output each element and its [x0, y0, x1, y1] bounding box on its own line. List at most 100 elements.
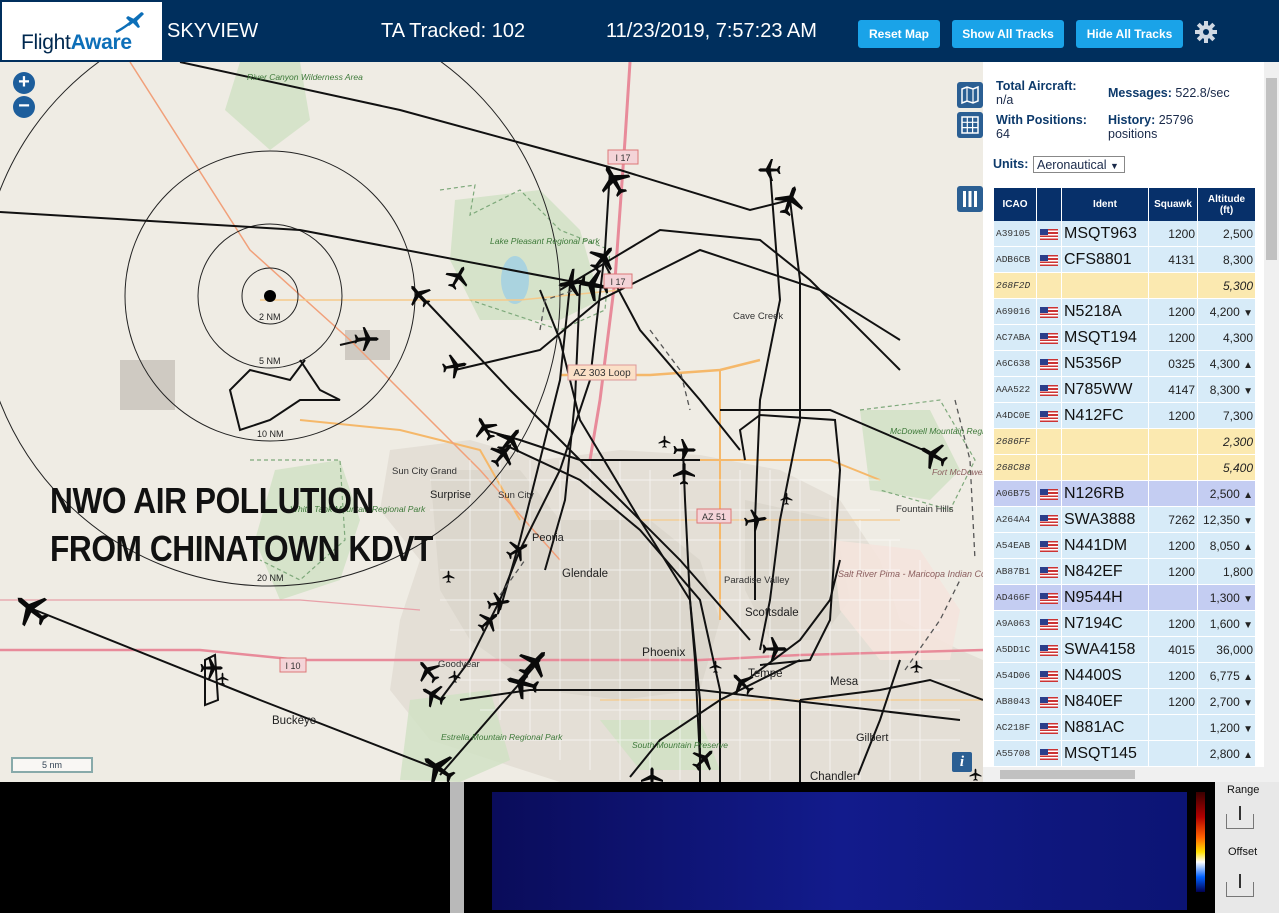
map-view[interactable]: I 17 I 17 AZ 303 Loop AZ 51 I 10 2 NM 5 … — [0, 62, 983, 782]
altitude-cell: 1,300 ▼ — [1197, 584, 1256, 611]
squawk-cell — [1148, 740, 1198, 767]
ident-cell: N881AC — [1061, 714, 1149, 741]
col-altitude[interactable]: Altitude (ft) — [1197, 188, 1256, 221]
flag-cell — [1036, 402, 1062, 429]
aircraft-row[interactable]: A55708 MSQT145 2,800 ▲ — [994, 740, 1256, 767]
label-mesa: Mesa — [830, 676, 859, 688]
aircraft-row[interactable]: AAA522 N785WW 4147 8,300 ▼ — [994, 376, 1256, 403]
top-header: FlightAware SKYVIEW TA Tracked: 102 11/2… — [0, 0, 1279, 62]
label-surprise: Surprise — [430, 489, 471, 501]
aircraft-row[interactable]: A264A4 SWA3888 7262 12,350 ▼ — [994, 506, 1256, 533]
icao-cell: AAA522 — [994, 376, 1037, 403]
aircraft-row[interactable]: A54D06 N4400S 1200 6,775 ▲ — [994, 662, 1256, 689]
settings-gear-icon[interactable] — [1193, 19, 1219, 45]
ident-cell: CFS8801 — [1061, 246, 1149, 273]
flag-cell — [1036, 558, 1062, 585]
us-flag-icon — [1040, 541, 1058, 553]
squawk-cell — [1148, 584, 1198, 611]
altitude-cell: 12,350 ▼ — [1197, 506, 1256, 533]
spectrum-divider[interactable] — [450, 782, 464, 913]
svg-text:5 NM: 5 NM — [259, 356, 281, 366]
icao-cell: 268C88 — [994, 454, 1037, 481]
aircraft-row[interactable]: AB8043 N840EF 1200 2,700 ▼ — [994, 688, 1256, 715]
icao-cell: A54D06 — [994, 662, 1037, 689]
aircraft-row[interactable]: AC218F N881AC 1,200 ▼ — [994, 714, 1256, 741]
hide-all-tracks-button[interactable]: Hide All Tracks — [1076, 20, 1183, 48]
grid-toggle-button[interactable] — [957, 112, 983, 138]
icao-cell: AC218F — [994, 714, 1037, 741]
label-fort-mcdowell: Fort McDowell Yavapai Nation — [932, 467, 983, 477]
aircraft-row[interactable]: 268C88 5,400 — [994, 454, 1256, 481]
label-estrella: Estrella Mountain Regional Park — [441, 732, 563, 742]
col-flag — [1036, 188, 1062, 221]
ident-cell: MSQT145 — [1061, 740, 1149, 767]
range-slider[interactable] — [1226, 806, 1254, 829]
col-icao[interactable]: ICAO — [994, 188, 1037, 221]
us-flag-icon — [1040, 671, 1058, 683]
label-goodyear: Goodyear — [438, 659, 480, 670]
altitude-cell: 4,200 ▼ — [1197, 298, 1256, 325]
panel-scroll-thumb[interactable] — [1266, 78, 1277, 260]
label-fountain-hills: Fountain Hills — [896, 504, 954, 515]
altitude-cell: 2,800 ▲ — [1197, 740, 1256, 767]
units-label: Units: — [993, 157, 1029, 171]
aircraft-row[interactable]: AD466F N9544H 1,300 ▼ — [994, 584, 1256, 611]
label-glendale: Glendale — [562, 568, 608, 580]
squawk-cell: 1200 — [1148, 558, 1198, 585]
flag-cell — [1036, 480, 1062, 507]
panel-hscroll-thumb[interactable] — [1000, 770, 1135, 779]
aircraft-row[interactable]: A4DC0E N412FC 1200 7,300 — [994, 402, 1256, 429]
aircraft-row[interactable]: 2686FF 2,300 — [994, 428, 1256, 455]
map-layers-button[interactable] — [957, 82, 983, 108]
ident-cell — [1061, 428, 1149, 455]
col-ident[interactable]: Ident — [1061, 188, 1149, 221]
map-canvas[interactable]: I 17 I 17 AZ 303 Loop AZ 51 I 10 2 NM 5 … — [0, 62, 983, 782]
altitude-cell: 2,500 — [1197, 221, 1256, 247]
us-flag-icon — [1040, 619, 1058, 631]
map-info-button[interactable]: i — [952, 752, 972, 772]
aircraft-row[interactable]: A54EAB N441DM 1200 8,050 ▲ — [994, 532, 1256, 559]
ident-cell: N5356P — [1061, 350, 1149, 377]
flag-cell — [1036, 506, 1062, 533]
squawk-cell: 4131 — [1148, 246, 1198, 273]
ident-cell: N412FC — [1061, 402, 1149, 429]
icao-cell: AB87B1 — [994, 558, 1037, 585]
overlay-caption-line1: NWO AIR POLLUTION — [50, 480, 374, 521]
squawk-cell: 1200 — [1148, 610, 1198, 637]
zoom-out-button[interactable]: − — [13, 96, 35, 118]
altitude-cell: 5,400 — [1197, 454, 1256, 481]
aircraft-row[interactable]: A69016 N5218A 1200 4,200 ▼ — [994, 298, 1256, 325]
reset-map-button[interactable]: Reset Map — [858, 20, 940, 48]
altitude-cell: 6,775 ▲ — [1197, 662, 1256, 689]
flightaware-logo[interactable]: FlightAware — [2, 2, 162, 60]
icao-cell: ADB6CB — [994, 246, 1037, 273]
svg-text:I 10: I 10 — [285, 661, 300, 671]
squawk-cell: 1200 — [1148, 221, 1198, 247]
logo-wordmark: FlightAware — [21, 31, 132, 54]
aircraft-row[interactable]: A6C638 N5356P 0325 4,300 ▲ — [994, 350, 1256, 377]
squawk-cell: 7262 — [1148, 506, 1198, 533]
squawk-cell: 4015 — [1148, 636, 1198, 663]
tracked-count: TA Tracked: 102 — [381, 20, 526, 42]
aircraft-row[interactable]: A06B75 N126RB 2,500 ▲ — [994, 480, 1256, 507]
aircraft-row[interactable]: ADB6CB CFS8801 4131 8,300 — [994, 246, 1256, 273]
altitude-cell: 5,300 — [1197, 272, 1256, 299]
label-tempe: Tempe — [748, 668, 783, 680]
aircraft-row[interactable]: 268F2D 5,300 — [994, 272, 1256, 299]
aircraft-row[interactable]: AC7ABA MSQT194 1200 4,300 — [994, 324, 1256, 351]
zoom-in-button[interactable]: + — [13, 72, 35, 94]
columns-toggle-button[interactable] — [957, 186, 983, 212]
aircraft-row[interactable]: AB87B1 N842EF 1200 1,800 — [994, 558, 1256, 585]
squawk-cell: 1200 — [1148, 402, 1198, 429]
aircraft-row[interactable]: A5DD1C SWA4158 4015 36,000 — [994, 636, 1256, 663]
us-flag-icon — [1040, 411, 1058, 423]
col-squawk[interactable]: Squawk — [1148, 188, 1198, 221]
offset-slider[interactable] — [1226, 874, 1254, 897]
waterfall-colorbar — [1196, 792, 1205, 892]
units-select[interactable]: Aeronautical ▼ — [1033, 156, 1125, 173]
squawk-cell — [1148, 714, 1198, 741]
show-all-tracks-button[interactable]: Show All Tracks — [952, 20, 1064, 48]
label-peoria: Peoria — [532, 532, 565, 544]
aircraft-row[interactable]: A39105 MSQT963 1200 2,500 — [994, 221, 1256, 247]
aircraft-row[interactable]: A9A063 N7194C 1200 1,600 ▼ — [994, 610, 1256, 637]
